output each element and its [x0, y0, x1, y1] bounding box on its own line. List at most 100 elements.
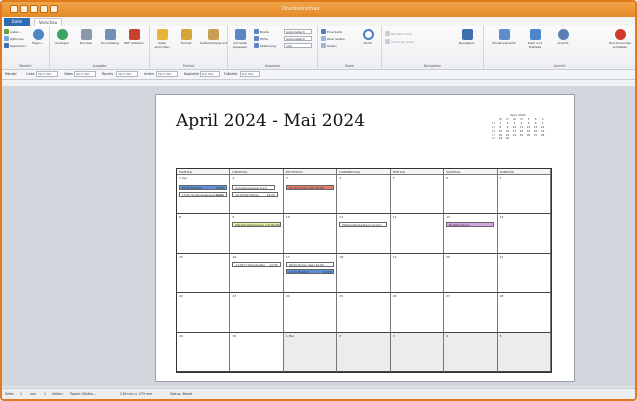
hoehe-dropdown[interactable]: Automatisch [284, 36, 312, 41]
calendar-event[interactable]: 14:15 Termin Spez 16:00 [285, 185, 334, 190]
tab-file[interactable]: Datei [4, 18, 30, 26]
calendar-day-cell[interactable]: 9 [230, 214, 284, 254]
calendar-event[interactable]: 11:00 Meeting 12:00 [285, 268, 334, 274]
day-number: 9 [232, 215, 235, 220]
seite-einrichten-button[interactable]: Seite einrichten [152, 29, 172, 49]
papier-label: Papier: Bildfor... [70, 392, 96, 396]
unten-input[interactable]: 12,7 mm [156, 71, 178, 77]
naechste-seite-button[interactable]: Nächste Seite [385, 31, 412, 36]
event-label: 14:15 Termin Spez 16:00 [288, 186, 324, 190]
speichern-button[interactable]: Speichern... [4, 43, 28, 48]
calendar-day-cell[interactable]: 27 [444, 293, 498, 333]
redo-icon[interactable] [40, 5, 48, 13]
calendar-day-cell[interactable]: 4 [444, 332, 498, 372]
page-title: April 2024 - Mai 2024 [176, 111, 366, 131]
calendar-event[interactable]: Marketingkampagne und Briefing [232, 222, 281, 228]
vorherige-seite-button[interactable]: Vorherige Seite [385, 39, 414, 44]
tab-vorschau[interactable]: Vorschau [34, 18, 62, 26]
calendar-day-cell[interactable]: 10 [283, 214, 338, 254]
papier-size: 216 mm × 279 mm [120, 392, 153, 396]
calendar-day-cell[interactable]: 22 [177, 293, 231, 333]
seiten-button[interactable]: Seiten [321, 43, 337, 48]
navigation-button[interactable]: Navigation [454, 29, 480, 45]
calendar-day-cell[interactable]: 3 [283, 175, 338, 215]
calendar-day-cell[interactable]: 12 [390, 214, 445, 254]
miniaturansicht-button[interactable]: Miniaturansicht [490, 29, 518, 45]
kopfzeile-input[interactable]: 6,3 mm [200, 71, 220, 77]
auf-seite-anpassen-button[interactable]: Auf Seite anpassen [230, 29, 250, 49]
save-icon[interactable] [20, 5, 28, 13]
druckdialog-button[interactable]: Druckdialog [100, 29, 120, 45]
app-window: Druckvorschau Datei Vorschau Listen... O… [0, 0, 637, 401]
zoom-button[interactable]: Zoom [358, 29, 378, 45]
drucken-button[interactable]: Drucken [76, 29, 96, 45]
undo-icon[interactable] [30, 5, 38, 13]
kopf-fusszeile-button[interactable]: Kopf- und Fußzeile [522, 29, 548, 49]
day-number: 17 [285, 254, 290, 259]
pdf-button[interactable]: PDF erstellen [124, 29, 144, 45]
calendar-day-cell[interactable]: 20 [444, 253, 498, 294]
listen-button[interactable]: Listen... [4, 29, 22, 34]
calendar-day-cell[interactable]: 19 [390, 253, 445, 294]
skalierung-input[interactable]: 100 [284, 43, 312, 48]
calendar-event[interactable]: Mitarbeiterfeedback senden [339, 222, 388, 228]
format-button[interactable]: Format [176, 29, 196, 45]
close-preview-button[interactable]: Druckvorschau schließen [606, 29, 634, 49]
seite-value: 1 [20, 392, 23, 396]
calendar-day-cell[interactable]: 4 [337, 175, 391, 215]
zwei-seiten-button[interactable]: Zwei Seiten [321, 36, 345, 41]
eine-seite-button[interactable]: Eine Seite [321, 29, 342, 34]
calendar-day-cell[interactable]: 2 [337, 332, 391, 372]
calendar-day-cell[interactable]: 5 [390, 175, 445, 215]
ansicht-button[interactable]: Ansicht [552, 29, 574, 45]
calendar-day-cell[interactable]: 26 [390, 293, 445, 333]
calendar-day-cell[interactable]: 5 [497, 332, 551, 372]
day-number: 7 [499, 176, 502, 180]
eigen-button[interactable]: Eigen... [28, 29, 48, 45]
group-ausgabe: Anzeigen Drucken Druckdialog PDF erstell… [50, 26, 150, 69]
calendar-event[interactable]: Budget planen [446, 222, 495, 228]
calendar-day-cell[interactable]: 1 Mai [283, 332, 338, 372]
calendar-event[interactable]: 09:00 Meeting 10:00 [179, 185, 228, 190]
calendar-day-cell[interactable]: 15 [177, 253, 231, 294]
seitenhintergrund-button[interactable]: Seitenhintergrund [200, 29, 227, 45]
anzeigen-button[interactable]: Anzeigen [52, 29, 72, 45]
breite-dropdown[interactable]: Automatisch [284, 29, 312, 34]
calendar-day-cell[interactable]: 24 [283, 293, 338, 333]
calendar-event[interactable]: 11:00 IT Infrastruktur 12:00 [232, 261, 281, 267]
calendar-day-cell[interactable]: 7 [497, 175, 551, 215]
event-label: 16:00 Nachfolge [235, 193, 259, 197]
calendar-day-cell[interactable]: 18 [337, 253, 391, 294]
properties-icon [32, 29, 44, 40]
calendar-day-cell[interactable]: 6 [444, 175, 498, 215]
day-number: 1 Apr [179, 176, 188, 180]
page-setup-icon [156, 29, 168, 40]
calendar-event[interactable]: 16:00 Nachfolge 18:00 [232, 192, 278, 197]
calendar-day-cell[interactable]: 23 [230, 293, 284, 333]
calendar-day-cell[interactable]: 8 [177, 214, 231, 254]
calendar-day-cell[interactable]: 3 [390, 332, 445, 372]
calendar-day-cell[interactable]: 16 [230, 253, 284, 294]
calendar-day-cell[interactable]: 30 [230, 332, 284, 372]
links-input[interactable]: 12,7 mm [36, 71, 58, 77]
calendar-day-cell[interactable]: 11 [337, 214, 391, 254]
calendar-day-cell[interactable]: 28 [497, 293, 551, 333]
fusszeile-input[interactable]: 6,3 mm [240, 71, 260, 77]
calendar-day-cell[interactable]: 21 [497, 253, 551, 294]
oben-input[interactable]: 12,7 mm [74, 71, 96, 77]
group-label-ansicht: Ansicht [553, 64, 566, 68]
calendar-event[interactable]: 13:00 Vorstandsbesprechung 14:00 [179, 192, 228, 197]
calendar-day-cell[interactable]: 14 [497, 214, 551, 254]
calendar-event[interactable]: 09:00 Termin Spez 10:00 [285, 261, 334, 267]
preview-area[interactable]: April 2024 - Mai 2024 April 2024 MDMDFSS… [2, 86, 635, 386]
customize-icon[interactable] [50, 5, 58, 13]
mini-calendar-day [518, 137, 525, 141]
calendar-day-cell[interactable]: 25 [337, 293, 391, 333]
unten-label: Unten [144, 72, 154, 76]
calendar-day-cell[interactable]: 13 [444, 214, 498, 254]
mini-calendar-grid: M D M D F S S 14 1 2 3 4 5 6 7 15 8 9 10 11 12 13 14 16 15 16 17 18… [490, 117, 546, 141]
calendar-event[interactable]: Aufgabenbesprechung [232, 185, 276, 190]
calendar-day-cell[interactable]: 29 [177, 332, 231, 372]
optionen-button[interactable]: Optionen [4, 36, 24, 41]
rechts-input[interactable]: 12,7 mm [116, 71, 138, 77]
